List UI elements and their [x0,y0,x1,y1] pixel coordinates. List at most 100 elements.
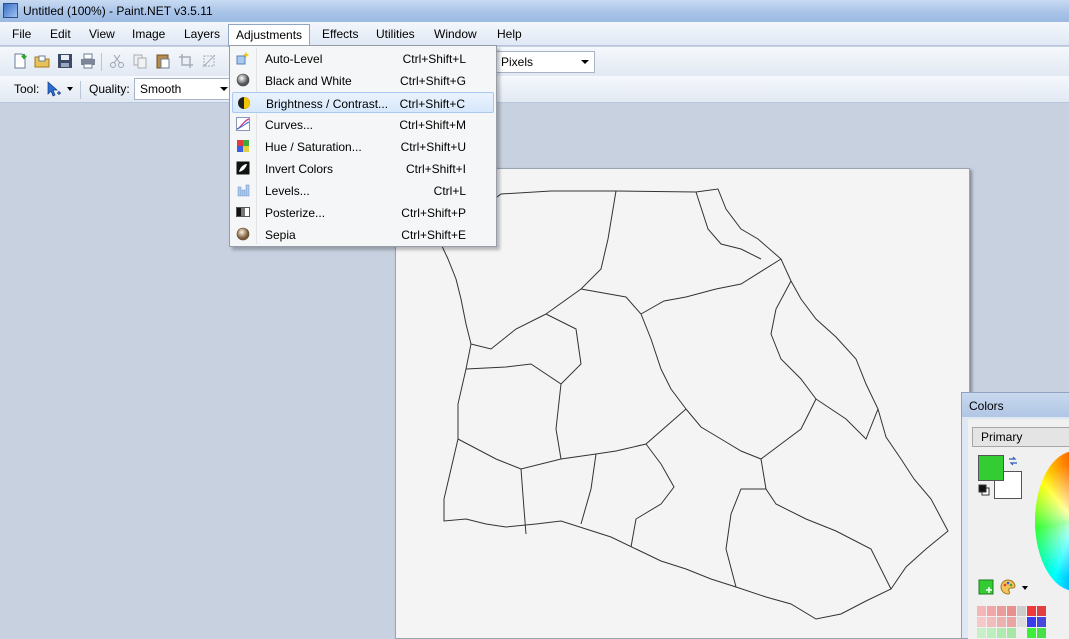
palette-swatch[interactable] [1017,617,1026,627]
palette-swatch[interactable] [977,617,986,627]
menu-bar: File Edit View Image Layers Adjustments … [0,22,1069,47]
palette-swatch[interactable] [1017,606,1026,616]
menu-item-shortcut: Ctrl+Shift+I [405,162,466,176]
palette-swatch[interactable] [997,617,1006,627]
tool-label: Tool: [14,82,40,96]
palette-swatch[interactable] [997,628,1006,638]
sepia-icon [236,227,250,241]
save-icon[interactable] [57,53,73,69]
palette-swatch[interactable] [1027,606,1036,616]
paintnet-app-icon[interactable] [3,3,18,18]
menu-file[interactable]: File [5,24,38,44]
paste-icon[interactable] [155,53,171,69]
add-to-palette-icon[interactable] [978,579,994,595]
units-combobox[interactable]: Pixels [495,51,595,73]
menu-item-black-and-white[interactable]: Black and White Ctrl+Shift+G [232,70,494,91]
primary-color-swatch[interactable] [978,455,1004,481]
menu-effects[interactable]: Effects [315,24,365,44]
menu-item-shortcut: Ctrl+L [433,184,466,198]
quality-label: Quality: [89,82,130,96]
menu-utilities[interactable]: Utilities [369,24,422,44]
menu-item-shortcut: Ctrl+Shift+E [401,228,466,242]
menu-adjustments[interactable]: Adjustments [228,24,311,47]
menu-item-shortcut: Ctrl+Shift+G [399,74,466,88]
palette-swatch[interactable] [1027,617,1036,627]
menu-help[interactable]: Help [490,24,529,44]
menu-item-label: Black and White [265,74,352,88]
curves-icon [236,117,250,131]
tool-selector-icon[interactable] [46,81,62,97]
chevron-down-icon [581,60,589,64]
brightness-contrast-icon [238,97,250,109]
palette-swatch[interactable] [977,628,986,638]
reset-colors-icon[interactable] [978,484,990,496]
menu-item-label: Hue / Saturation... [265,140,362,154]
menu-edit[interactable]: Edit [43,24,78,44]
palette-menu-icon[interactable] [1000,579,1016,595]
menu-item-shortcut: Ctrl+Shift+P [401,206,466,220]
menu-item-label: Auto-Level [265,52,323,66]
menu-item-shortcut: Ctrl+Shift+M [399,118,466,132]
color-mode-combobox[interactable]: Primary [972,427,1069,447]
palette-swatch[interactable] [1037,628,1046,638]
crop-to-selection-icon[interactable] [178,53,194,69]
menu-item-sepia[interactable]: Sepia Ctrl+Shift+E [232,224,494,245]
tool-dropdown-arrow-icon[interactable] [67,87,73,91]
palette-swatch[interactable] [987,617,996,627]
quality-combobox[interactable]: Smooth [134,78,234,100]
copy-icon[interactable] [132,53,148,69]
color-palette-grid[interactable] [977,606,1069,639]
black-and-white-icon [236,73,250,87]
menu-view[interactable]: View [82,24,122,44]
colors-window-title: Colors [969,399,1004,413]
palette-dropdown-arrow-icon[interactable] [1022,586,1028,590]
title-bar: Untitled (100%) - Paint.NET v3.5.11 [0,0,1069,22]
menu-item-curves[interactable]: Curves... Ctrl+Shift+M [232,114,494,135]
chevron-down-icon [220,87,228,91]
deselect-icon[interactable] [201,53,217,69]
color-mode-value: Primary [981,430,1023,444]
palette-swatch[interactable] [1027,628,1036,638]
menu-item-label: Curves... [265,118,314,132]
menu-item-shortcut: Ctrl+Shift+U [400,140,466,154]
menu-item-shortcut: Ctrl+Shift+C [399,97,465,111]
swap-colors-icon[interactable] [1008,456,1018,466]
adjustments-dropdown-menu: Auto-Level Ctrl+Shift+L Black and White … [229,45,497,247]
palette-swatch[interactable] [1007,628,1016,638]
palette-swatch[interactable] [977,606,986,616]
auto-level-icon [236,52,249,65]
menu-item-brightness-contrast[interactable]: Brightness / Contrast... Ctrl+Shift+C [232,92,494,113]
menu-layers[interactable]: Layers [177,24,227,44]
toolbar-separator [101,53,102,71]
palette-swatch[interactable] [997,606,1006,616]
palette-swatch[interactable] [987,606,996,616]
menu-item-label: Brightness / Contrast... [266,97,389,111]
menu-window[interactable]: Window [427,24,484,44]
print-icon[interactable] [80,53,96,69]
menu-item-auto-level[interactable]: Auto-Level Ctrl+Shift+L [232,48,494,69]
new-image-icon[interactable] [12,53,28,69]
hue-saturation-icon [237,140,249,152]
main-toolbar: Pixels [0,47,1069,76]
palette-swatch[interactable] [1007,606,1016,616]
menu-item-posterize[interactable]: Posterize... Ctrl+Shift+P [232,202,494,223]
palette-swatch[interactable] [1037,606,1046,616]
menu-item-invert-colors[interactable]: Invert Colors Ctrl+Shift+I [232,158,494,179]
palette-swatch[interactable] [1017,628,1026,638]
palette-swatch[interactable] [1007,617,1016,627]
colors-window-titlebar[interactable]: Colors [962,393,1069,417]
menu-image[interactable]: Image [125,24,172,44]
palette-swatch[interactable] [1037,617,1046,627]
toolbar-separator [80,81,81,99]
cut-icon[interactable] [109,53,125,69]
quality-combobox-value: Smooth [140,82,182,96]
levels-icon [237,184,250,197]
open-folder-icon[interactable] [34,53,50,69]
menu-item-label: Posterize... [265,206,326,220]
colors-window: Colors Primary [961,392,1069,639]
posterize-icon [236,207,250,217]
menu-item-levels[interactable]: Levels... Ctrl+L [232,180,494,201]
menu-item-label: Invert Colors [265,162,334,176]
palette-swatch[interactable] [987,628,996,638]
menu-item-hue-saturation[interactable]: Hue / Saturation... Ctrl+Shift+U [232,136,494,157]
